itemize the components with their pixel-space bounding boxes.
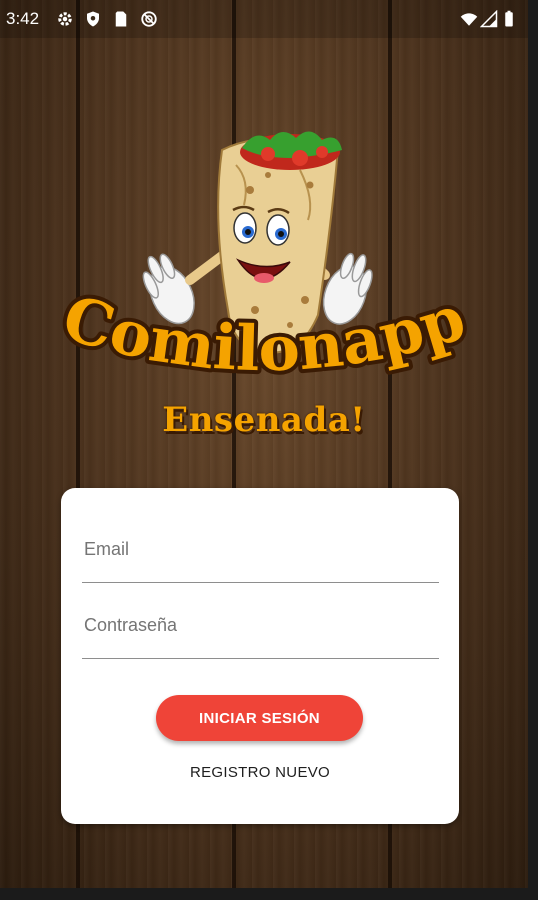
settings-icon <box>58 12 72 26</box>
shield-icon <box>87 11 99 27</box>
password-field[interactable] <box>82 564 443 659</box>
password-underline <box>82 658 439 659</box>
login-button[interactable]: INICIAR SESIÓN <box>156 695 363 741</box>
wifi-icon <box>460 13 478 26</box>
logo-subtitle: Ensenada! <box>162 400 366 440</box>
login-card: INICIAR SESIÓN REGISTRO NUEVO <box>61 488 459 824</box>
app-screen: 3:42 Comilonapp Comilonapp Ensenada! Ema… <box>0 0 528 888</box>
svg-text:Comilonapp: Comilonapp <box>55 285 473 385</box>
signal-icon <box>480 10 498 28</box>
status-time: 3:42 <box>6 9 40 28</box>
email-field[interactable] <box>82 488 443 583</box>
password-input[interactable] <box>82 604 443 646</box>
no-disturb-icon <box>141 11 157 27</box>
status-bar: 3:42 <box>0 0 528 38</box>
device-frame-bottom <box>0 888 538 900</box>
device-frame-right <box>528 0 538 900</box>
battery-icon <box>505 10 513 27</box>
sim-card-icon <box>115 11 127 27</box>
logo-title: Comilonapp Comilonapp <box>51 285 477 389</box>
register-link[interactable]: REGISTRO NUEVO <box>61 764 459 781</box>
